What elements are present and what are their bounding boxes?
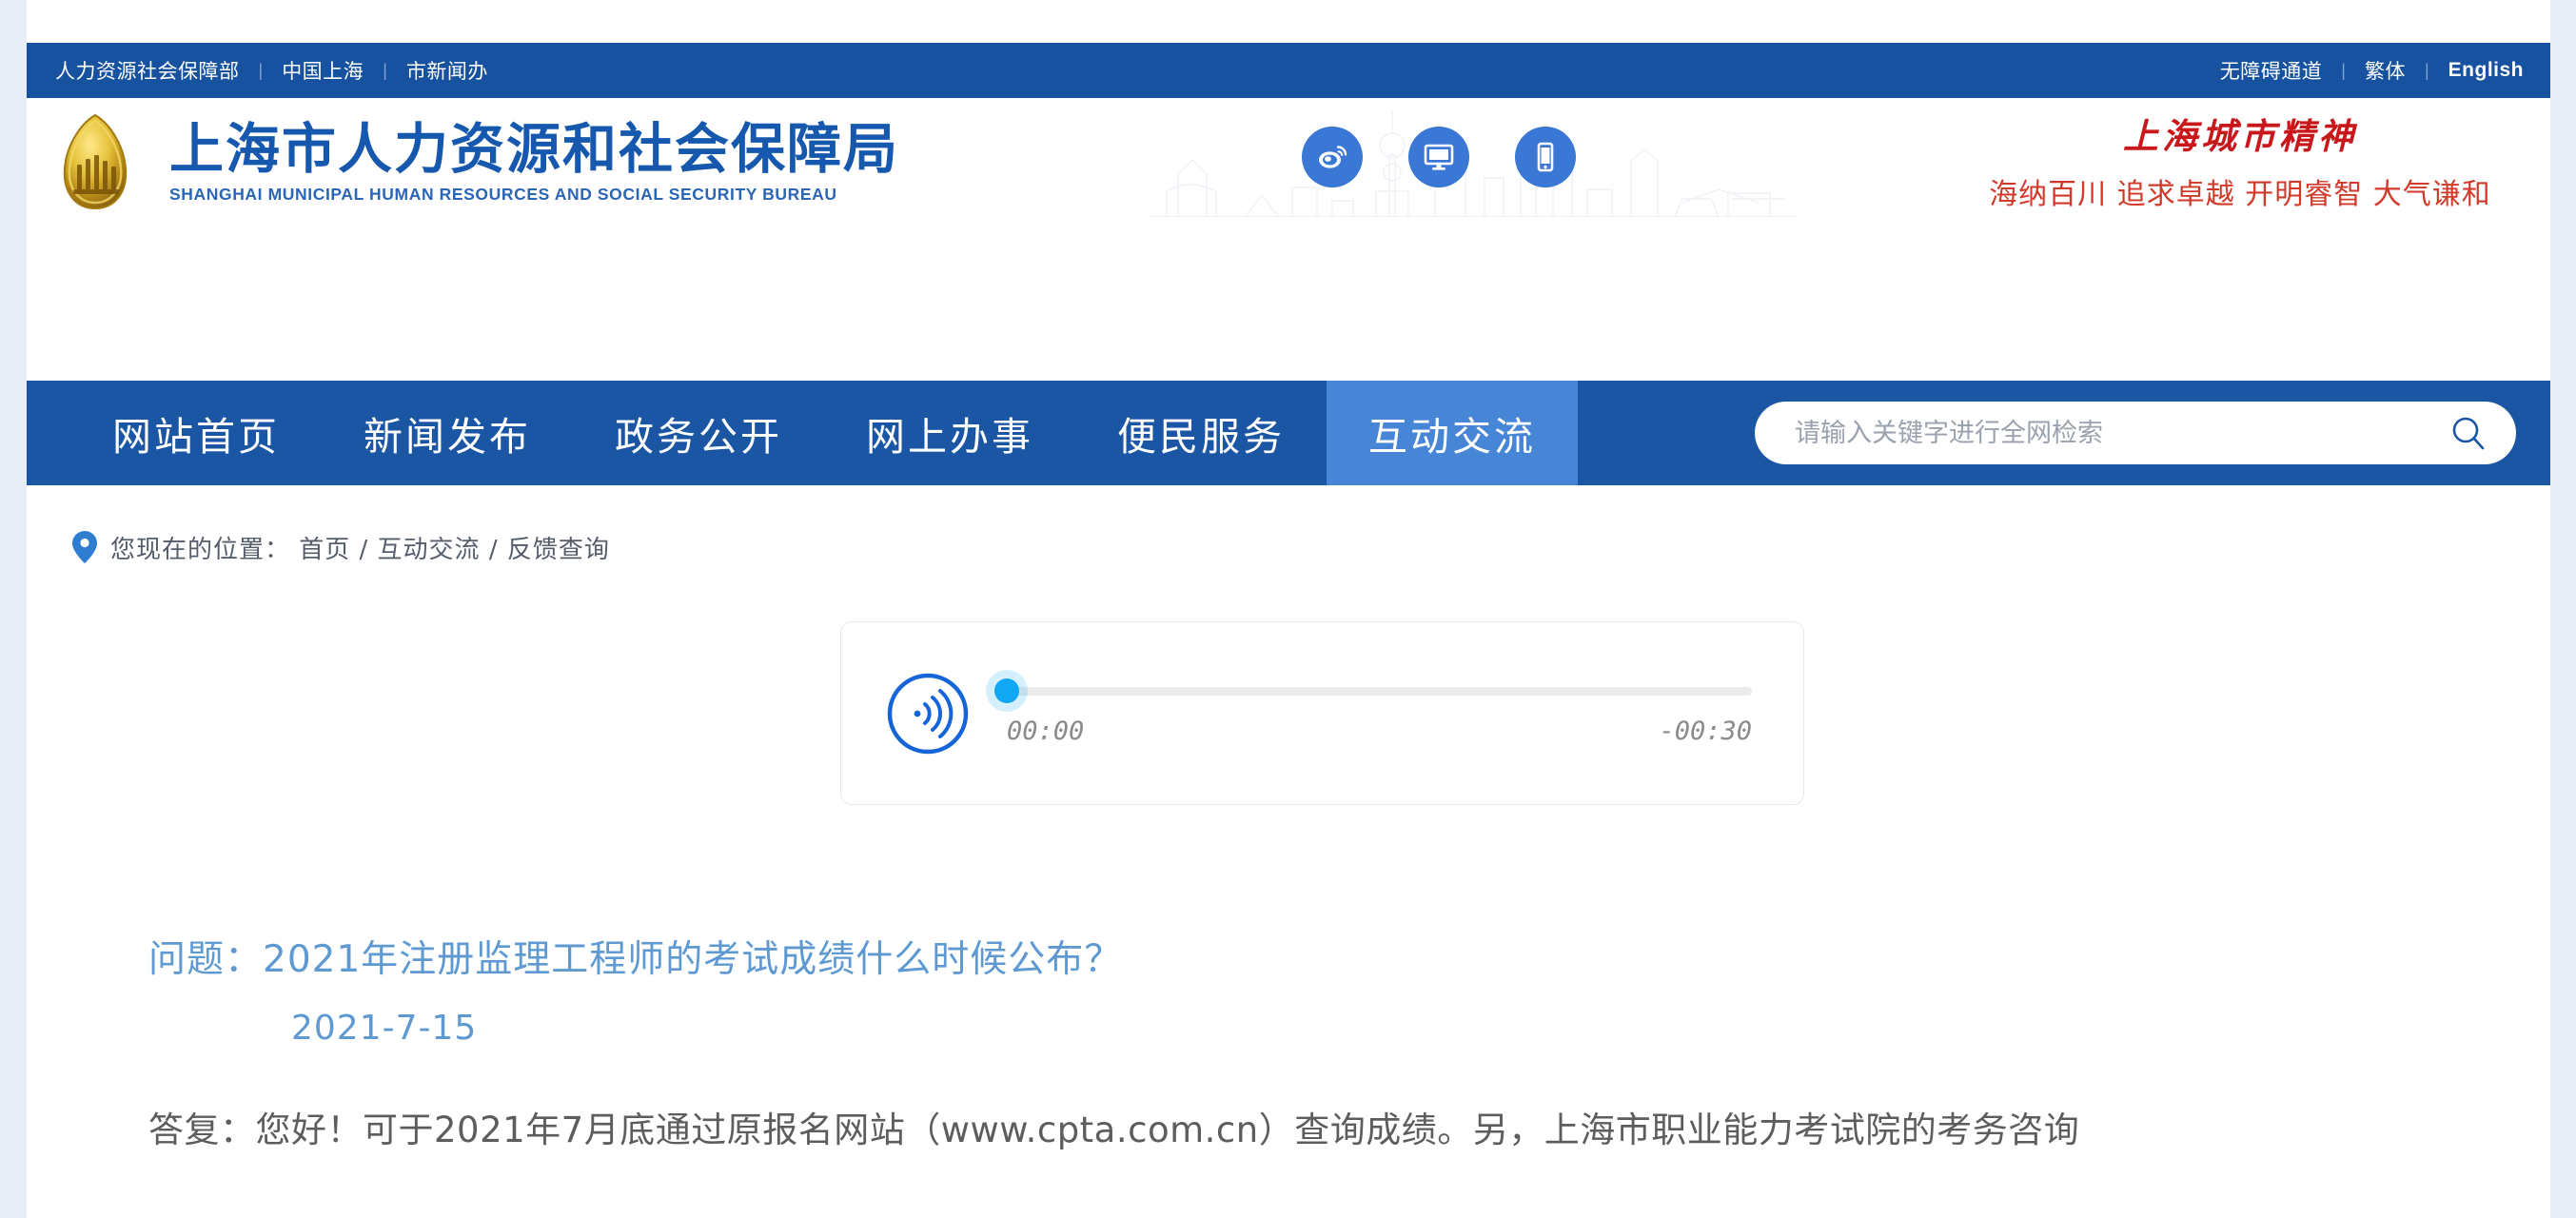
spirit-subtitle: 海纳百川 追求卓越 开明睿智 大气谦和 bbox=[1989, 178, 2491, 212]
page-container: 人力资源社会保障部 | 中国上海 | 市新闻办 无障碍通道 | 繁体 | Eng… bbox=[27, 0, 2550, 1218]
mobile-phone-icon bbox=[1537, 142, 1554, 172]
audio-progress-track[interactable] bbox=[994, 678, 1752, 703]
audio-controls: 00:00 -00:30 bbox=[994, 678, 1752, 746]
question-date: 2021-7-15 bbox=[291, 1008, 478, 1048]
site-logo[interactable]: 上海市人力资源和社会保障局 SHANGHAI MUNICIPAL HUMAN R… bbox=[42, 109, 899, 216]
nav-item-public-services[interactable]: 便民服务 bbox=[1075, 381, 1327, 485]
nav-item-government-affairs[interactable]: 政务公开 bbox=[573, 381, 824, 485]
topbar-link-traditional-chinese[interactable]: 繁体 bbox=[2365, 56, 2406, 85]
desktop-monitor-icon bbox=[1424, 144, 1454, 170]
logo-title-en: SHANGHAI MUNICIPAL HUMAN RESOURCES AND S… bbox=[169, 184, 837, 204]
topbar-link-mohrss[interactable]: 人力资源社会保障部 bbox=[55, 56, 240, 85]
logo-title-cn: 上海市人力资源和社会保障局 bbox=[169, 118, 899, 182]
topbar-separator: | bbox=[383, 60, 387, 80]
topbar-separator: | bbox=[258, 60, 264, 80]
answer-text: 答复：您好！可于2021年7月底通过原报名网站（www.cpta.com.cn）… bbox=[148, 1109, 2080, 1150]
shanghai-government-emblem-icon bbox=[63, 113, 128, 210]
top-utility-bar: 人力资源社会保障部 | 中国上海 | 市新闻办 无障碍通道 | 繁体 | Eng… bbox=[27, 43, 2550, 98]
main-navigation: 网站首页 新闻发布 政务公开 网上办事 便民服务 互动交流 bbox=[27, 381, 2550, 485]
social-links bbox=[1302, 127, 1576, 187]
audio-current-time: 00:00 bbox=[1007, 716, 1085, 746]
audio-time-row: 00:00 -00:30 bbox=[1007, 717, 1752, 746]
weibo-icon bbox=[1319, 146, 1347, 168]
city-spirit-slogan: 上海城市精神 海纳百川 追求卓越 开明睿智 大气谦和 bbox=[1945, 115, 2535, 212]
logo-text-block: 上海市人力资源和社会保障局 SHANGHAI MUNICIPAL HUMAN R… bbox=[169, 121, 899, 204]
nav-item-home[interactable]: 网站首页 bbox=[70, 381, 322, 485]
topbar-link-accessibility[interactable]: 无障碍通道 bbox=[2220, 56, 2323, 85]
mobile-site-button[interactable] bbox=[1515, 127, 1576, 187]
nav-item-news[interactable]: 新闻发布 bbox=[322, 381, 573, 485]
audio-progress-thumb[interactable] bbox=[994, 678, 1019, 703]
search-box[interactable] bbox=[1755, 402, 2516, 464]
topbar-right-links: 无障碍通道 | 繁体 | English bbox=[2220, 56, 2524, 85]
topbar-separator: | bbox=[2341, 60, 2346, 80]
sound-wave-icon bbox=[914, 688, 954, 738]
audio-remaining-time: -00:30 bbox=[1659, 716, 1752, 746]
breadcrumb-text: 您现在的位置： 首页 / 互动交流 / 反馈查询 bbox=[110, 535, 610, 564]
topbar-link-english[interactable]: English bbox=[2448, 59, 2524, 82]
topbar-separator: | bbox=[2424, 60, 2429, 80]
spirit-title: 上海城市精神 bbox=[2123, 115, 2357, 157]
search-input[interactable] bbox=[1795, 418, 2449, 448]
topbar-left-links: 人力资源社会保障部 | 中国上海 | 市新闻办 bbox=[55, 56, 488, 85]
topbar-link-press-office[interactable]: 市新闻办 bbox=[406, 56, 488, 85]
weibo-button[interactable] bbox=[1302, 127, 1363, 187]
nav-item-interaction[interactable]: 互动交流 bbox=[1327, 381, 1578, 485]
breadcrumb: 您现在的位置： 首页 / 互动交流 / 反馈查询 bbox=[27, 519, 2550, 576]
question-title: 问题：2021年注册监理工程师的考试成绩什么时候公布？ bbox=[148, 938, 1123, 981]
qa-content: 问题：2021年注册监理工程师的考试成绩什么时候公布？ 2021-7-15 答复… bbox=[27, 937, 2550, 1152]
location-pin-icon bbox=[72, 531, 97, 563]
site-header: 上海市人力资源和社会保障局 SHANGHAI MUNICIPAL HUMAN R… bbox=[27, 98, 2550, 217]
nav-item-online-services[interactable]: 网上办事 bbox=[824, 381, 1075, 485]
sound-wave-play-button[interactable] bbox=[885, 671, 971, 756]
desktop-site-button[interactable] bbox=[1408, 127, 1469, 187]
audio-player: 00:00 -00:30 bbox=[840, 621, 1804, 805]
topbar-link-china-shanghai[interactable]: 中国上海 bbox=[282, 56, 364, 85]
search-icon[interactable] bbox=[2449, 414, 2488, 452]
nav-item-list: 网站首页 新闻发布 政务公开 网上办事 便民服务 互动交流 bbox=[27, 381, 1578, 485]
